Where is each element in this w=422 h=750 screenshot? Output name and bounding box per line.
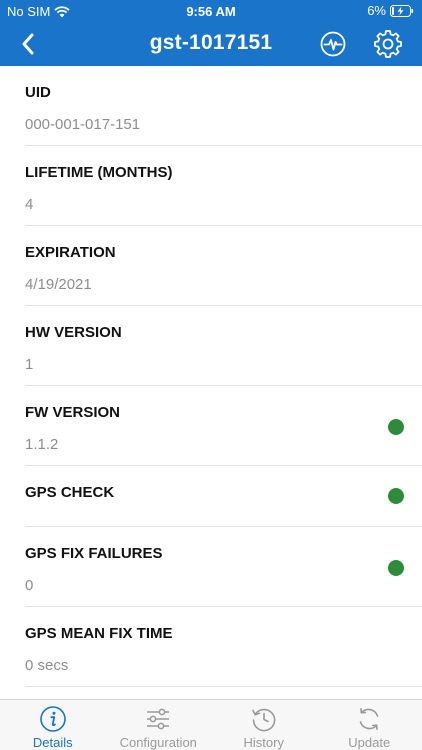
detail-row-lifetime: LIFETIME (MONTHS) 4	[25, 146, 422, 226]
battery-info: 6%	[367, 3, 414, 18]
detail-value: 1	[25, 356, 34, 373]
status-ok-indicator	[388, 419, 404, 435]
detail-value: 0 secs	[25, 657, 69, 674]
tab-configuration[interactable]: Configuration	[106, 700, 212, 750]
detail-row-hw-version: HW VERSION 1	[25, 306, 422, 386]
navigation-bar: gst-1017151	[0, 22, 422, 66]
detail-label: GPS FIX FAILURES	[25, 545, 163, 562]
detail-row-uid: UID 000-001-017-151	[25, 66, 422, 146]
sliders-icon	[147, 708, 170, 730]
tab-label: History	[243, 735, 284, 750]
detail-label: GPS CHECK	[25, 484, 115, 501]
detail-value: 0	[25, 577, 34, 594]
refresh-icon	[359, 708, 379, 730]
info-icon	[39, 706, 66, 732]
detail-label: UID	[25, 84, 51, 101]
activity-button[interactable]	[319, 30, 347, 58]
tab-label: Update	[348, 735, 391, 750]
tab-bar: Details Configuration History Update	[0, 699, 422, 750]
detail-value: 4	[25, 196, 34, 213]
tab-label: Configuration	[119, 735, 197, 750]
detail-label: FW VERSION	[25, 404, 121, 421]
detail-value: 1.1.2	[25, 436, 59, 453]
battery-charging-icon	[390, 4, 414, 17]
detail-label: GPS MEAN FIX TIME	[25, 625, 173, 642]
detail-label: LIFETIME (MONTHS)	[25, 164, 173, 181]
detail-label: HW VERSION	[25, 324, 122, 341]
status-ok-indicator	[388, 488, 404, 504]
tab-history[interactable]: History	[211, 700, 317, 750]
detail-row-gps-check: GPS CHECK	[25, 466, 422, 527]
clock: 9:56 AM	[186, 4, 236, 19]
detail-row-gps-mean-fix-time: GPS MEAN FIX TIME 0 secs	[25, 607, 422, 687]
detail-row-gps-fix-failures: GPS FIX FAILURES 0	[25, 527, 422, 607]
device-details-list: UID 000-001-017-151 LIFETIME (MONTHS) 4 …	[0, 66, 422, 699]
tab-label: Details	[32, 735, 73, 750]
tab-update[interactable]: Update	[317, 700, 422, 750]
detail-value: 4/19/2021	[25, 276, 92, 293]
status-bar: No SIM 9:56 AM 6%	[0, 0, 422, 22]
detail-label: EXPIRATION	[25, 244, 116, 261]
status-ok-indicator	[388, 560, 404, 576]
page-title: gst-1017151	[149, 31, 273, 54]
detail-value: 000-001-017-151	[25, 116, 141, 133]
tab-details[interactable]: Details	[0, 700, 106, 750]
heartbeat-icon	[320, 31, 346, 57]
gear-icon	[374, 30, 402, 58]
history-icon	[251, 708, 276, 732]
detail-row-fw-version: FW VERSION 1.1.2	[25, 386, 422, 466]
settings-button[interactable]	[373, 29, 403, 59]
detail-row-expiration: EXPIRATION 4/19/2021	[25, 226, 422, 306]
battery-percent: 6%	[367, 3, 386, 18]
